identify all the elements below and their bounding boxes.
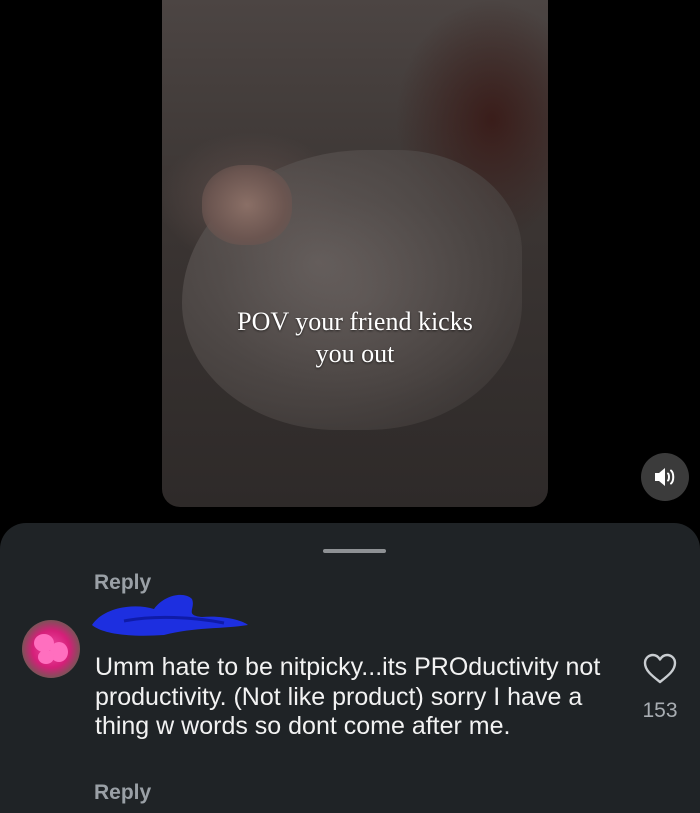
caption-line: POV your friend kicks — [237, 307, 473, 336]
comment-body: Umm hate to be nitpicky...its PROductivi… — [95, 653, 601, 740]
comments-sheet: Reply Umm hate to be nitpicky...its PROd… — [0, 523, 700, 813]
drag-handle[interactable] — [323, 549, 386, 553]
avatar[interactable] — [22, 620, 80, 678]
reply-button[interactable]: Reply — [94, 781, 151, 805]
video-caption: POV your friend kicks you out — [162, 306, 548, 370]
like-count: 153 — [642, 699, 678, 722]
video-player[interactable]: POV your friend kicks you out — [162, 0, 548, 507]
sound-toggle-button[interactable] — [641, 453, 689, 501]
username-redaction — [92, 594, 248, 636]
caption-line: you out — [315, 339, 395, 368]
speaker-on-icon — [655, 468, 675, 486]
video-frame-detail — [202, 165, 292, 245]
heart-icon[interactable] — [643, 653, 677, 685]
